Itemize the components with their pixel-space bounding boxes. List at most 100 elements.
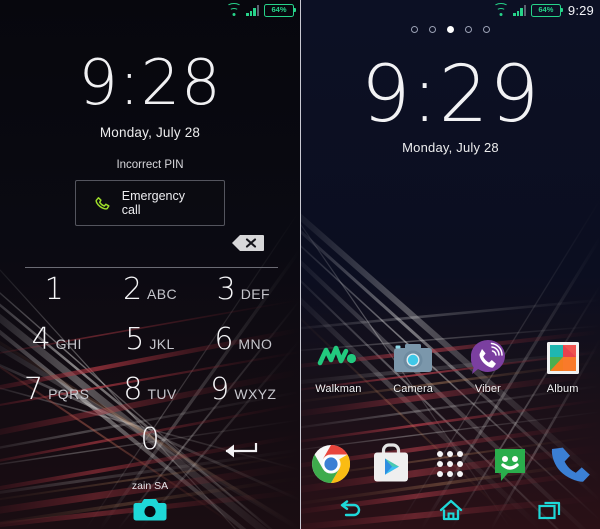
dock-chrome[interactable] (301, 443, 361, 485)
lock-clock-date: Monday, July 28 (99, 125, 201, 140)
wifi-icon (226, 3, 242, 16)
dock-app-drawer[interactable] (421, 451, 481, 477)
page-dot[interactable] (411, 26, 418, 33)
battery-level: 64% (538, 5, 554, 15)
navigation-bar (301, 491, 600, 529)
key-6[interactable]: 6 MNO (197, 325, 290, 375)
key-letters: MNO (238, 336, 273, 352)
home-clock-date: Monday, July 28 (402, 140, 499, 155)
key-number: 6 (214, 322, 234, 357)
home-clock-time: 9:29 (360, 50, 541, 140)
album-icon (546, 342, 579, 374)
app-walkman[interactable]: Walkman (301, 338, 376, 395)
page-dot[interactable] (465, 26, 472, 33)
key-1[interactable]: 1 (10, 275, 103, 325)
play-store-icon (373, 443, 408, 482)
battery-icon: 64% (530, 3, 564, 17)
lock-clock: 9:28 Monday, July 28 (0, 46, 300, 141)
walkman-icon (318, 345, 357, 366)
home-screen-panel: 64% 9:29 9:29 Monday, July 28 Walkman Ca… (301, 0, 600, 529)
key-letters: DEF (240, 286, 270, 302)
key-enter[interactable] (197, 425, 290, 475)
home-clock-widget[interactable]: 9:29 Monday, July 28 (301, 56, 600, 155)
recents-icon (538, 501, 561, 520)
viber-icon (470, 339, 505, 374)
page-indicator (301, 26, 600, 33)
key-8[interactable]: 8 TUV (103, 375, 196, 425)
key-number: 7 (23, 372, 44, 407)
keypad-row: 1 2 ABC 3 DEF (10, 275, 290, 325)
chrome-icon (311, 444, 350, 484)
key-letters: TUV (147, 386, 177, 402)
app-album[interactable]: Album (525, 338, 600, 395)
pin-keypad: 1 2 ABC 3 DEF 4 GHI 5 JKL 6 MNO 7 PQRS 8… (10, 275, 290, 475)
key-letters: JKL (149, 336, 175, 352)
status-bar-clock: 9:29 (567, 2, 594, 18)
key-7[interactable]: 7 PQRS (10, 375, 103, 425)
key-3[interactable]: 3 DEF (197, 275, 290, 325)
emergency-call-button[interactable]: Emergency call (75, 180, 225, 226)
backspace-key[interactable] (231, 234, 265, 252)
lock-screen-panel: 64% 9:28 Monday, July 28 Incorrect PIN E… (0, 0, 300, 529)
nav-recents[interactable] (500, 499, 600, 521)
signal-icon (246, 4, 259, 16)
messaging-icon (495, 449, 526, 481)
app-label: Walkman (315, 383, 362, 395)
key-letters: WXYZ (234, 386, 277, 402)
key-blank (10, 425, 103, 475)
signal-icon (513, 4, 526, 16)
app-label: Album (546, 383, 579, 395)
phone-icon (551, 447, 590, 482)
key-9[interactable]: 9 WXYZ (197, 375, 290, 425)
key-number: 1 (44, 272, 64, 307)
home-app-row: Walkman Camera Viber Album (301, 338, 600, 395)
camera-shortcut-button[interactable] (133, 497, 167, 528)
back-icon (340, 500, 360, 517)
phone-icon (95, 196, 110, 210)
dock-play-store[interactable] (361, 443, 421, 485)
lock-error-message: Incorrect PIN (116, 159, 184, 171)
app-label: Camera (393, 383, 433, 395)
page-dot[interactable] (483, 26, 490, 33)
enter-arrow-icon (225, 443, 258, 458)
key-4[interactable]: 4 GHI (10, 325, 103, 375)
key-number: 3 (216, 272, 236, 307)
panel-divider (300, 0, 301, 529)
battery-level: 64% (271, 5, 287, 15)
key-5[interactable]: 5 JKL (103, 325, 196, 375)
screenshot-stage: 64% 9:28 Monday, July 28 Incorrect PIN E… (0, 0, 600, 529)
app-camera[interactable]: Camera (376, 338, 451, 395)
page-dot-active[interactable] (447, 26, 454, 33)
key-number: 8 (123, 372, 143, 407)
emergency-call-label: Emergency call (121, 189, 185, 217)
app-viber[interactable]: Viber (451, 338, 526, 395)
page-dot[interactable] (429, 26, 436, 33)
lock-status-bar: 64% (0, 0, 300, 20)
keypad-row: 7 PQRS 8 TUV 9 WXYZ (10, 375, 290, 425)
nav-back[interactable] (301, 499, 401, 521)
carrier-label: zain SA (131, 480, 169, 492)
keypad-divider (25, 267, 278, 268)
key-letters: ABC (147, 286, 178, 302)
key-2[interactable]: 2 ABC (103, 275, 196, 325)
key-number: 0 (140, 422, 160, 457)
dock-phone[interactable] (540, 443, 600, 485)
key-number: 2 (122, 272, 143, 307)
dock-messaging[interactable] (480, 443, 540, 485)
key-0[interactable]: 0 (103, 425, 196, 475)
home-dock (301, 443, 600, 485)
key-letters: PQRS (48, 386, 90, 402)
key-number: 4 (31, 322, 51, 357)
key-letters: GHI (55, 336, 82, 352)
nav-home[interactable] (401, 498, 501, 522)
wifi-icon (493, 3, 509, 16)
key-number: 9 (210, 372, 230, 407)
camera-icon (133, 499, 167, 521)
home-status-bar: 64% 9:29 (301, 0, 600, 20)
app-drawer-icon (437, 451, 464, 477)
app-label: Viber (474, 383, 501, 395)
keypad-row: 4 GHI 5 JKL 6 MNO (10, 325, 290, 375)
keypad-row: 0 (10, 425, 290, 475)
lock-clock-time: 9:28 (78, 46, 222, 119)
key-number: 5 (125, 322, 145, 357)
